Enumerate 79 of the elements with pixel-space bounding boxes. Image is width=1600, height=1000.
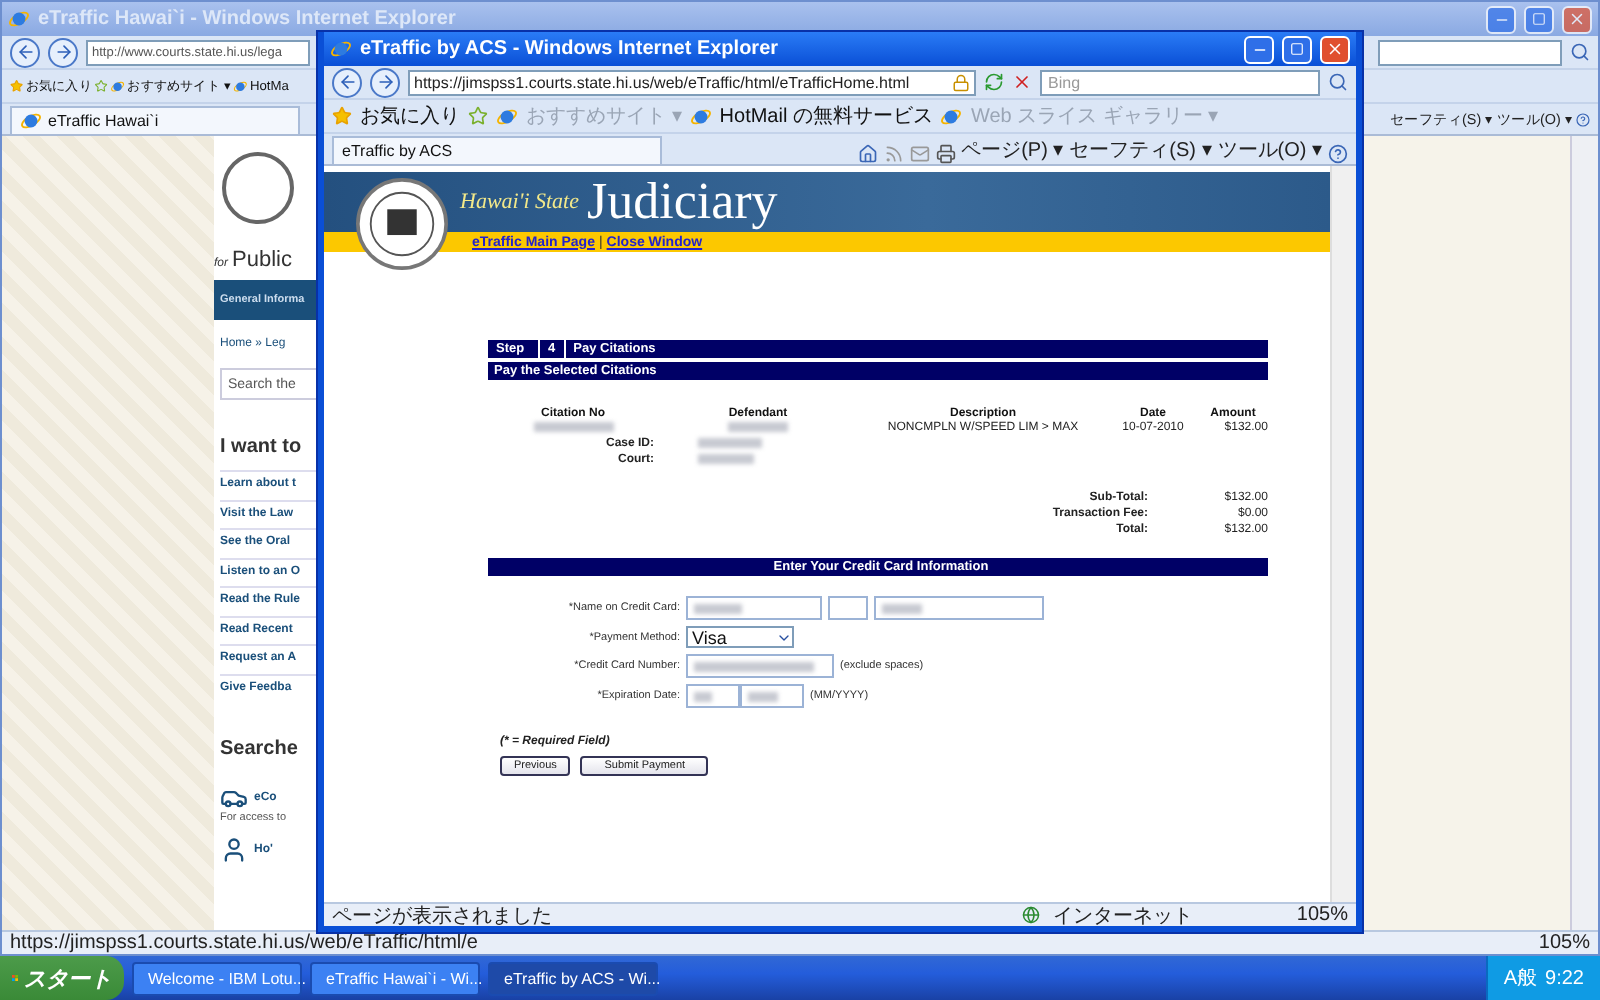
toolbar-menu[interactable]: ページ(P) ▾ — [961, 136, 1064, 164]
feed-icon[interactable] — [883, 144, 904, 164]
browser-icon — [8, 8, 30, 30]
minimize-button[interactable] — [1244, 35, 1274, 63]
forward-button[interactable] — [48, 37, 78, 67]
site-name: Judiciary — [587, 174, 778, 230]
blurred-text — [533, 422, 613, 432]
toolbar-menu[interactable]: セーフティ(S) ▾ — [1069, 136, 1212, 164]
browser-icon — [330, 38, 352, 60]
back-button[interactable] — [10, 37, 40, 67]
help-icon[interactable] — [1328, 144, 1348, 164]
zoom-level[interactable]: 105% — [1538, 932, 1590, 954]
section-heading: I want to — [220, 436, 304, 458]
input-field[interactable] — [874, 596, 1044, 620]
browser-icon — [232, 78, 248, 94]
maximize-button[interactable] — [1282, 35, 1312, 63]
browser-icon — [20, 110, 42, 132]
window-title: eTraffic by ACS - Windows Internet Explorer — [360, 38, 781, 60]
person-icon — [220, 836, 248, 864]
star-icon — [468, 106, 488, 126]
status-text: ページが表示されました — [332, 903, 552, 929]
close-button[interactable] — [1320, 35, 1350, 63]
taskbar-button[interactable]: eTraffic Hawai`i - Wi... — [310, 961, 480, 995]
minimize-button[interactable] — [1486, 5, 1516, 33]
star-icon — [10, 79, 24, 93]
input-field[interactable] — [686, 654, 834, 678]
forward-arrow-icon — [375, 72, 395, 92]
browser-tab[interactable]: eTraffic by ACS — [332, 136, 662, 164]
select-field[interactable]: Visa — [686, 626, 794, 648]
start-button[interactable]: スタート — [0, 956, 124, 1000]
maximize-button[interactable] — [1524, 5, 1554, 33]
scrollbar[interactable] — [1570, 136, 1598, 930]
search-icon[interactable] — [1570, 42, 1590, 62]
window-title: eTraffic Hawai`i - Windows Internet Explorer — [38, 8, 458, 30]
close-icon — [1568, 10, 1586, 28]
status-text: https://jimspss1.courts.state.hi.us/web/eTraffic/html/e — [10, 932, 478, 954]
browser-tab[interactable]: eTraffic Hawai`i — [10, 106, 300, 134]
site-prefix: Hawai'i State — [460, 190, 579, 214]
forward-button[interactable] — [370, 67, 400, 97]
lock-icon — [952, 73, 970, 91]
close-icon — [1326, 40, 1344, 58]
back-arrow-icon — [15, 42, 35, 62]
star-icon — [332, 106, 352, 126]
blurred-text — [698, 454, 754, 464]
zoom-level[interactable]: 105% — [1296, 904, 1348, 926]
browser-icon — [496, 105, 518, 127]
browser-icon — [689, 105, 712, 127]
input-field[interactable] — [740, 684, 804, 708]
blurred-text — [698, 438, 762, 448]
maximize-icon — [1290, 42, 1304, 56]
section-heading: Searche — [220, 738, 300, 760]
input-field[interactable] — [828, 596, 868, 620]
taskbar-button[interactable]: eTraffic by ACS - Wi... — [488, 961, 658, 995]
search-icon[interactable] — [1328, 72, 1348, 92]
clock: 9:22 — [1545, 967, 1584, 989]
favorites-item[interactable]: お気に入り — [360, 102, 460, 130]
taskbar-button[interactable]: Welcome - IBM Lotu... — [132, 961, 302, 995]
stop-icon[interactable] — [1012, 72, 1032, 92]
globe-icon — [1022, 906, 1041, 924]
browser-icon — [110, 78, 125, 94]
input-field[interactable] — [686, 684, 740, 708]
close-button[interactable] — [1562, 5, 1592, 33]
search-field[interactable] — [1378, 39, 1562, 65]
forward-arrow-icon — [53, 42, 73, 62]
maximize-icon — [1532, 12, 1546, 26]
scrollbar[interactable] — [1330, 166, 1356, 902]
address-field[interactable]: https://jimspss1.courts.state.hi.us/web/eTraffic/html/eTrafficHome.html — [408, 69, 976, 95]
browser-icon — [940, 105, 963, 127]
refresh-icon[interactable] — [984, 72, 1004, 92]
back-arrow-icon — [337, 72, 357, 92]
favorites-item[interactable]: HotMail の無料サービス — [719, 102, 933, 130]
home-icon[interactable] — [857, 144, 878, 164]
print-icon[interactable] — [935, 144, 956, 164]
input-field[interactable] — [686, 596, 822, 620]
blurred-text — [728, 422, 788, 432]
back-button[interactable] — [332, 67, 362, 97]
toolbar-menu[interactable]: ツール(O) ▾ — [1217, 136, 1322, 164]
security-zone: インターネット — [1052, 903, 1193, 929]
tagline: Public — [232, 248, 292, 272]
